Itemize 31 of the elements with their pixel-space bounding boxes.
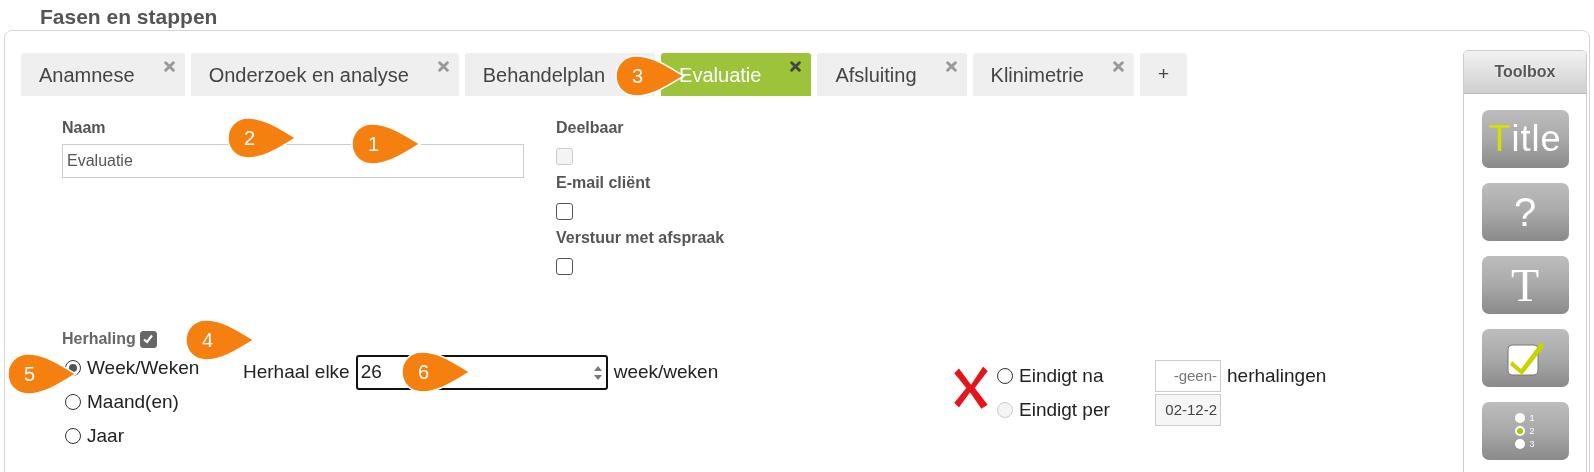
close-icon[interactable]: [790, 61, 802, 72]
spinner-icon[interactable]: [592, 364, 603, 381]
checkbox[interactable]: [139, 330, 157, 348]
interval-unit: week/weken: [613, 360, 719, 384]
tab[interactable]: Anamnese: [21, 53, 185, 96]
field-label: Naam: [62, 118, 106, 138]
radio-label: Eindigt na: [1019, 363, 1105, 388]
option-label: E-mail cliënt: [556, 173, 652, 193]
add-tab-button[interactable]: +: [1139, 53, 1187, 96]
tab[interactable]: Klinimetrie: [972, 53, 1134, 96]
radio-button[interactable]: [997, 368, 1013, 384]
count-unit: herhalingen: [1227, 363, 1327, 388]
interval-label: Herhaal elke: [243, 360, 350, 384]
option-label: Deelbaar: [556, 118, 625, 138]
callout-tooltip: 1: [350, 122, 422, 166]
tab[interactable]: Onderzoek en analyse: [190, 53, 459, 96]
radio-button[interactable]: [65, 394, 81, 410]
checkbox-tool-button[interactable]: [1481, 329, 1569, 387]
radio-label: Eindigt per: [1019, 397, 1111, 422]
tab[interactable]: Afsluiting: [817, 53, 967, 96]
count-field[interactable]: -geen-: [1155, 360, 1221, 392]
callout-tooltip: 5: [6, 352, 78, 396]
radio-label: Maand(en): [87, 390, 179, 414]
page-title: Fasen en stappen: [40, 5, 218, 28]
repeat-label: Herhaling: [62, 329, 136, 349]
radio-button[interactable]: [65, 428, 81, 444]
checkbox[interactable]: [556, 258, 573, 275]
checkbox[interactable]: [556, 203, 573, 220]
toolbox-header: Toolbox: [1464, 51, 1586, 94]
radio-label: Jaar: [87, 424, 124, 448]
option-label: Verstuur met afspraak: [556, 228, 725, 248]
